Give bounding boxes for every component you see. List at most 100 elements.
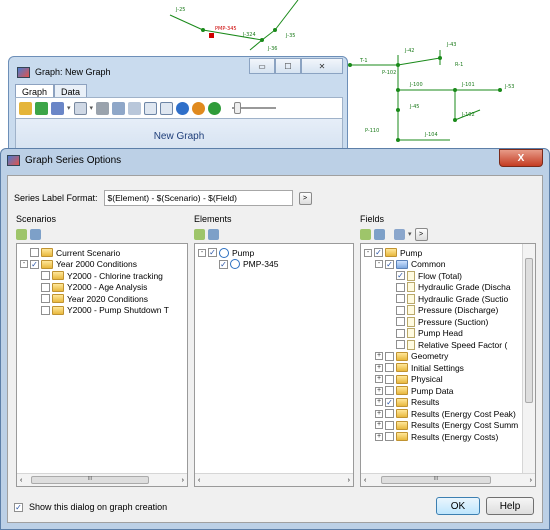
field-item[interactable]: - ✓ Common: [364, 259, 518, 271]
show-dialog-option[interactable]: ✓ Show this dialog on graph creation: [14, 502, 167, 512]
play-icon[interactable]: [208, 101, 222, 115]
scenarios-hscroll-thumb[interactable]: III: [31, 476, 149, 484]
scenario-item[interactable]: Y2000 - Age Analysis: [20, 282, 169, 294]
collapse-icon[interactable]: -: [364, 248, 372, 257]
collapse-icon[interactable]: -: [375, 260, 383, 269]
scenarios-hscroll[interactable]: ‹ III ›: [17, 473, 187, 486]
fields-hscroll[interactable]: ‹ III ›: [361, 473, 535, 486]
time-slider[interactable]: [232, 101, 277, 115]
series-label-format-input[interactable]: $(Element) - $(Scenario) - $(Field): [103, 190, 293, 206]
tree-checkbox[interactable]: [396, 317, 405, 327]
tree-checkbox[interactable]: ✓: [396, 271, 405, 281]
fields-vscroll-thumb[interactable]: [525, 258, 533, 403]
print-icon[interactable]: [96, 101, 110, 115]
field-item[interactable]: Hydraulic Grade (Suctio: [364, 293, 518, 305]
expand-icon[interactable]: +: [375, 352, 383, 361]
field-item[interactable]: Relative Speed Factor (: [364, 339, 518, 351]
elements-tree[interactable]: - ✓ Pump ✓ PMP-345 ‹ ›: [194, 243, 354, 487]
tree-checkbox[interactable]: [385, 420, 394, 430]
tree-checkbox[interactable]: [396, 340, 405, 350]
scenario-item[interactable]: Y2000 - Pump Shutdown T: [20, 305, 169, 317]
dropdown-arrow-icon[interactable]: ▾: [408, 230, 412, 238]
tree-checkbox[interactable]: ✓: [385, 259, 394, 269]
expand-all-icon[interactable]: [194, 228, 205, 240]
element-item[interactable]: - ✓ Pump: [198, 247, 278, 259]
expand-icon[interactable]: +: [375, 363, 383, 372]
tree-checkbox[interactable]: [385, 374, 394, 384]
expand-all-icon[interactable]: [16, 228, 27, 240]
field-item[interactable]: + Geometry: [364, 351, 518, 363]
pause-icon[interactable]: [192, 101, 206, 115]
scenario-item[interactable]: Current Scenario: [20, 247, 169, 259]
tree-checkbox[interactable]: [385, 409, 394, 419]
field-item[interactable]: Pump Head: [364, 328, 518, 340]
chart-options-icon[interactable]: [51, 101, 64, 115]
fields-more-button[interactable]: >: [414, 227, 428, 241]
collapse-all-icon[interactable]: [30, 228, 41, 240]
dropdown-arrow-icon[interactable]: ▾: [90, 104, 94, 112]
expand-icon[interactable]: +: [375, 386, 383, 395]
tree-checkbox[interactable]: [385, 432, 394, 442]
add-series-icon[interactable]: [19, 101, 32, 115]
scroll-right-arrow[interactable]: ›: [530, 477, 532, 484]
expand-icon[interactable]: +: [375, 421, 383, 430]
tree-checkbox[interactable]: ✓: [208, 248, 217, 258]
tree-checkbox[interactable]: ✓: [385, 397, 394, 407]
show-dialog-checkbox[interactable]: ✓: [14, 502, 23, 512]
zoom-icon[interactable]: [144, 101, 158, 115]
scroll-left-arrow[interactable]: ‹: [364, 477, 366, 484]
help-button[interactable]: Help: [486, 497, 534, 515]
field-item[interactable]: Hydraulic Grade (Discha: [364, 282, 518, 294]
tree-checkbox[interactable]: [396, 305, 405, 315]
field-item[interactable]: + Initial Settings: [364, 362, 518, 374]
maximize-button[interactable]: ☐: [275, 58, 301, 74]
rewind-icon[interactable]: [176, 101, 190, 115]
scenarios-tree[interactable]: Current Scenario - ✓ Year 2000 Conditions Y2…: [16, 243, 188, 487]
collapse-all-icon[interactable]: [374, 228, 385, 240]
field-item[interactable]: + Results (Energy Costs): [364, 431, 518, 443]
field-item[interactable]: + Results (Energy Cost Summ: [364, 420, 518, 432]
tree-checkbox[interactable]: [396, 328, 405, 338]
scroll-right-arrow[interactable]: ›: [348, 477, 350, 484]
close-button[interactable]: ✕: [301, 58, 343, 74]
field-item[interactable]: Pressure (Suction): [364, 316, 518, 328]
field-item[interactable]: + Results (Energy Cost Peak): [364, 408, 518, 420]
expand-all-icon[interactable]: [360, 228, 371, 240]
tree-checkbox[interactable]: ✓: [219, 259, 228, 269]
dropdown-arrow-icon[interactable]: ▾: [67, 104, 71, 112]
scroll-right-arrow[interactable]: ›: [182, 477, 184, 484]
scroll-left-arrow[interactable]: ‹: [198, 477, 200, 484]
tree-checkbox[interactable]: [396, 282, 405, 292]
filter-icon[interactable]: [394, 228, 405, 240]
field-item[interactable]: + Pump Data: [364, 385, 518, 397]
field-item[interactable]: - ✓ Pump: [364, 247, 518, 259]
tree-checkbox[interactable]: [41, 282, 50, 292]
ok-button[interactable]: OK: [436, 497, 480, 515]
collapse-all-icon[interactable]: [208, 228, 219, 240]
scenario-item[interactable]: Y2000 - Chlorine tracking: [20, 270, 169, 282]
field-item[interactable]: Pressure (Discharge): [364, 305, 518, 317]
scenario-item[interactable]: Year 2020 Conditions: [20, 293, 169, 305]
table-icon[interactable]: [73, 101, 87, 115]
tree-checkbox[interactable]: [41, 305, 50, 315]
collapse-icon[interactable]: -: [20, 260, 28, 269]
tree-checkbox[interactable]: ✓: [374, 248, 383, 258]
expand-icon[interactable]: +: [375, 432, 383, 441]
tree-checkbox[interactable]: ✓: [30, 259, 39, 269]
tree-checkbox[interactable]: [30, 248, 39, 258]
field-item[interactable]: + Physical: [364, 374, 518, 386]
element-item[interactable]: ✓ PMP-345: [198, 259, 278, 271]
fields-tree[interactable]: - ✓ Pump - ✓ Common ✓ Flow (Total) Hydraulic Gra…: [360, 243, 536, 487]
tree-checkbox[interactable]: [396, 294, 405, 304]
scroll-left-arrow[interactable]: ‹: [20, 477, 22, 484]
dialog-close-button[interactable]: X: [499, 149, 543, 167]
tree-checkbox[interactable]: [385, 363, 394, 373]
series-label-format-button[interactable]: >: [298, 191, 312, 205]
add-point-icon[interactable]: [35, 101, 48, 115]
tree-checkbox[interactable]: [41, 271, 50, 281]
zoom-extents-icon[interactable]: [160, 101, 174, 115]
collapse-icon[interactable]: -: [198, 248, 206, 257]
tree-checkbox[interactable]: [385, 386, 394, 396]
print-preview-icon[interactable]: [112, 101, 126, 115]
expand-icon[interactable]: +: [375, 409, 383, 418]
